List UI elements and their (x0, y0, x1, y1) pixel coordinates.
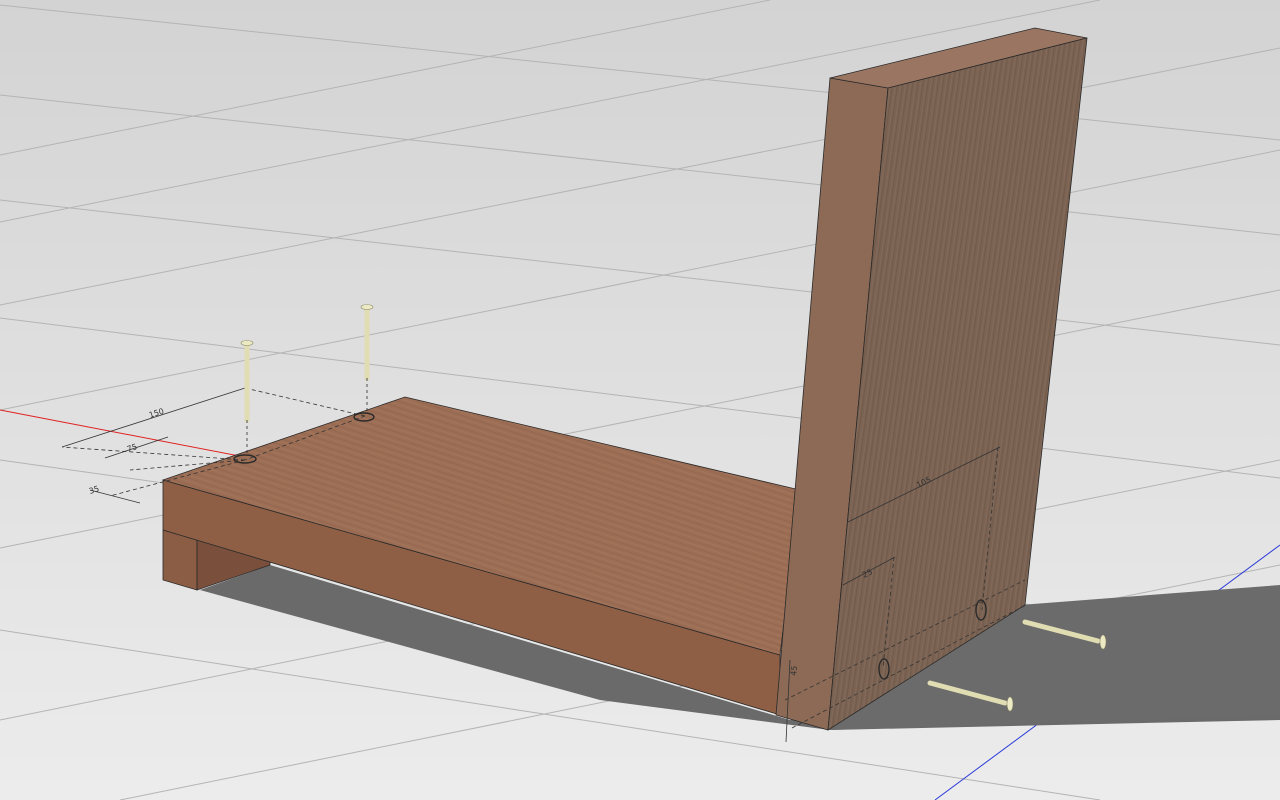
scene-canvas[interactable]: 150 75 35 105 25 45 (0, 0, 1280, 800)
3d-viewport[interactable]: 150 75 35 105 25 45 (0, 0, 1280, 800)
dim-label-upright-edge[interactable]: 45 (789, 665, 799, 676)
